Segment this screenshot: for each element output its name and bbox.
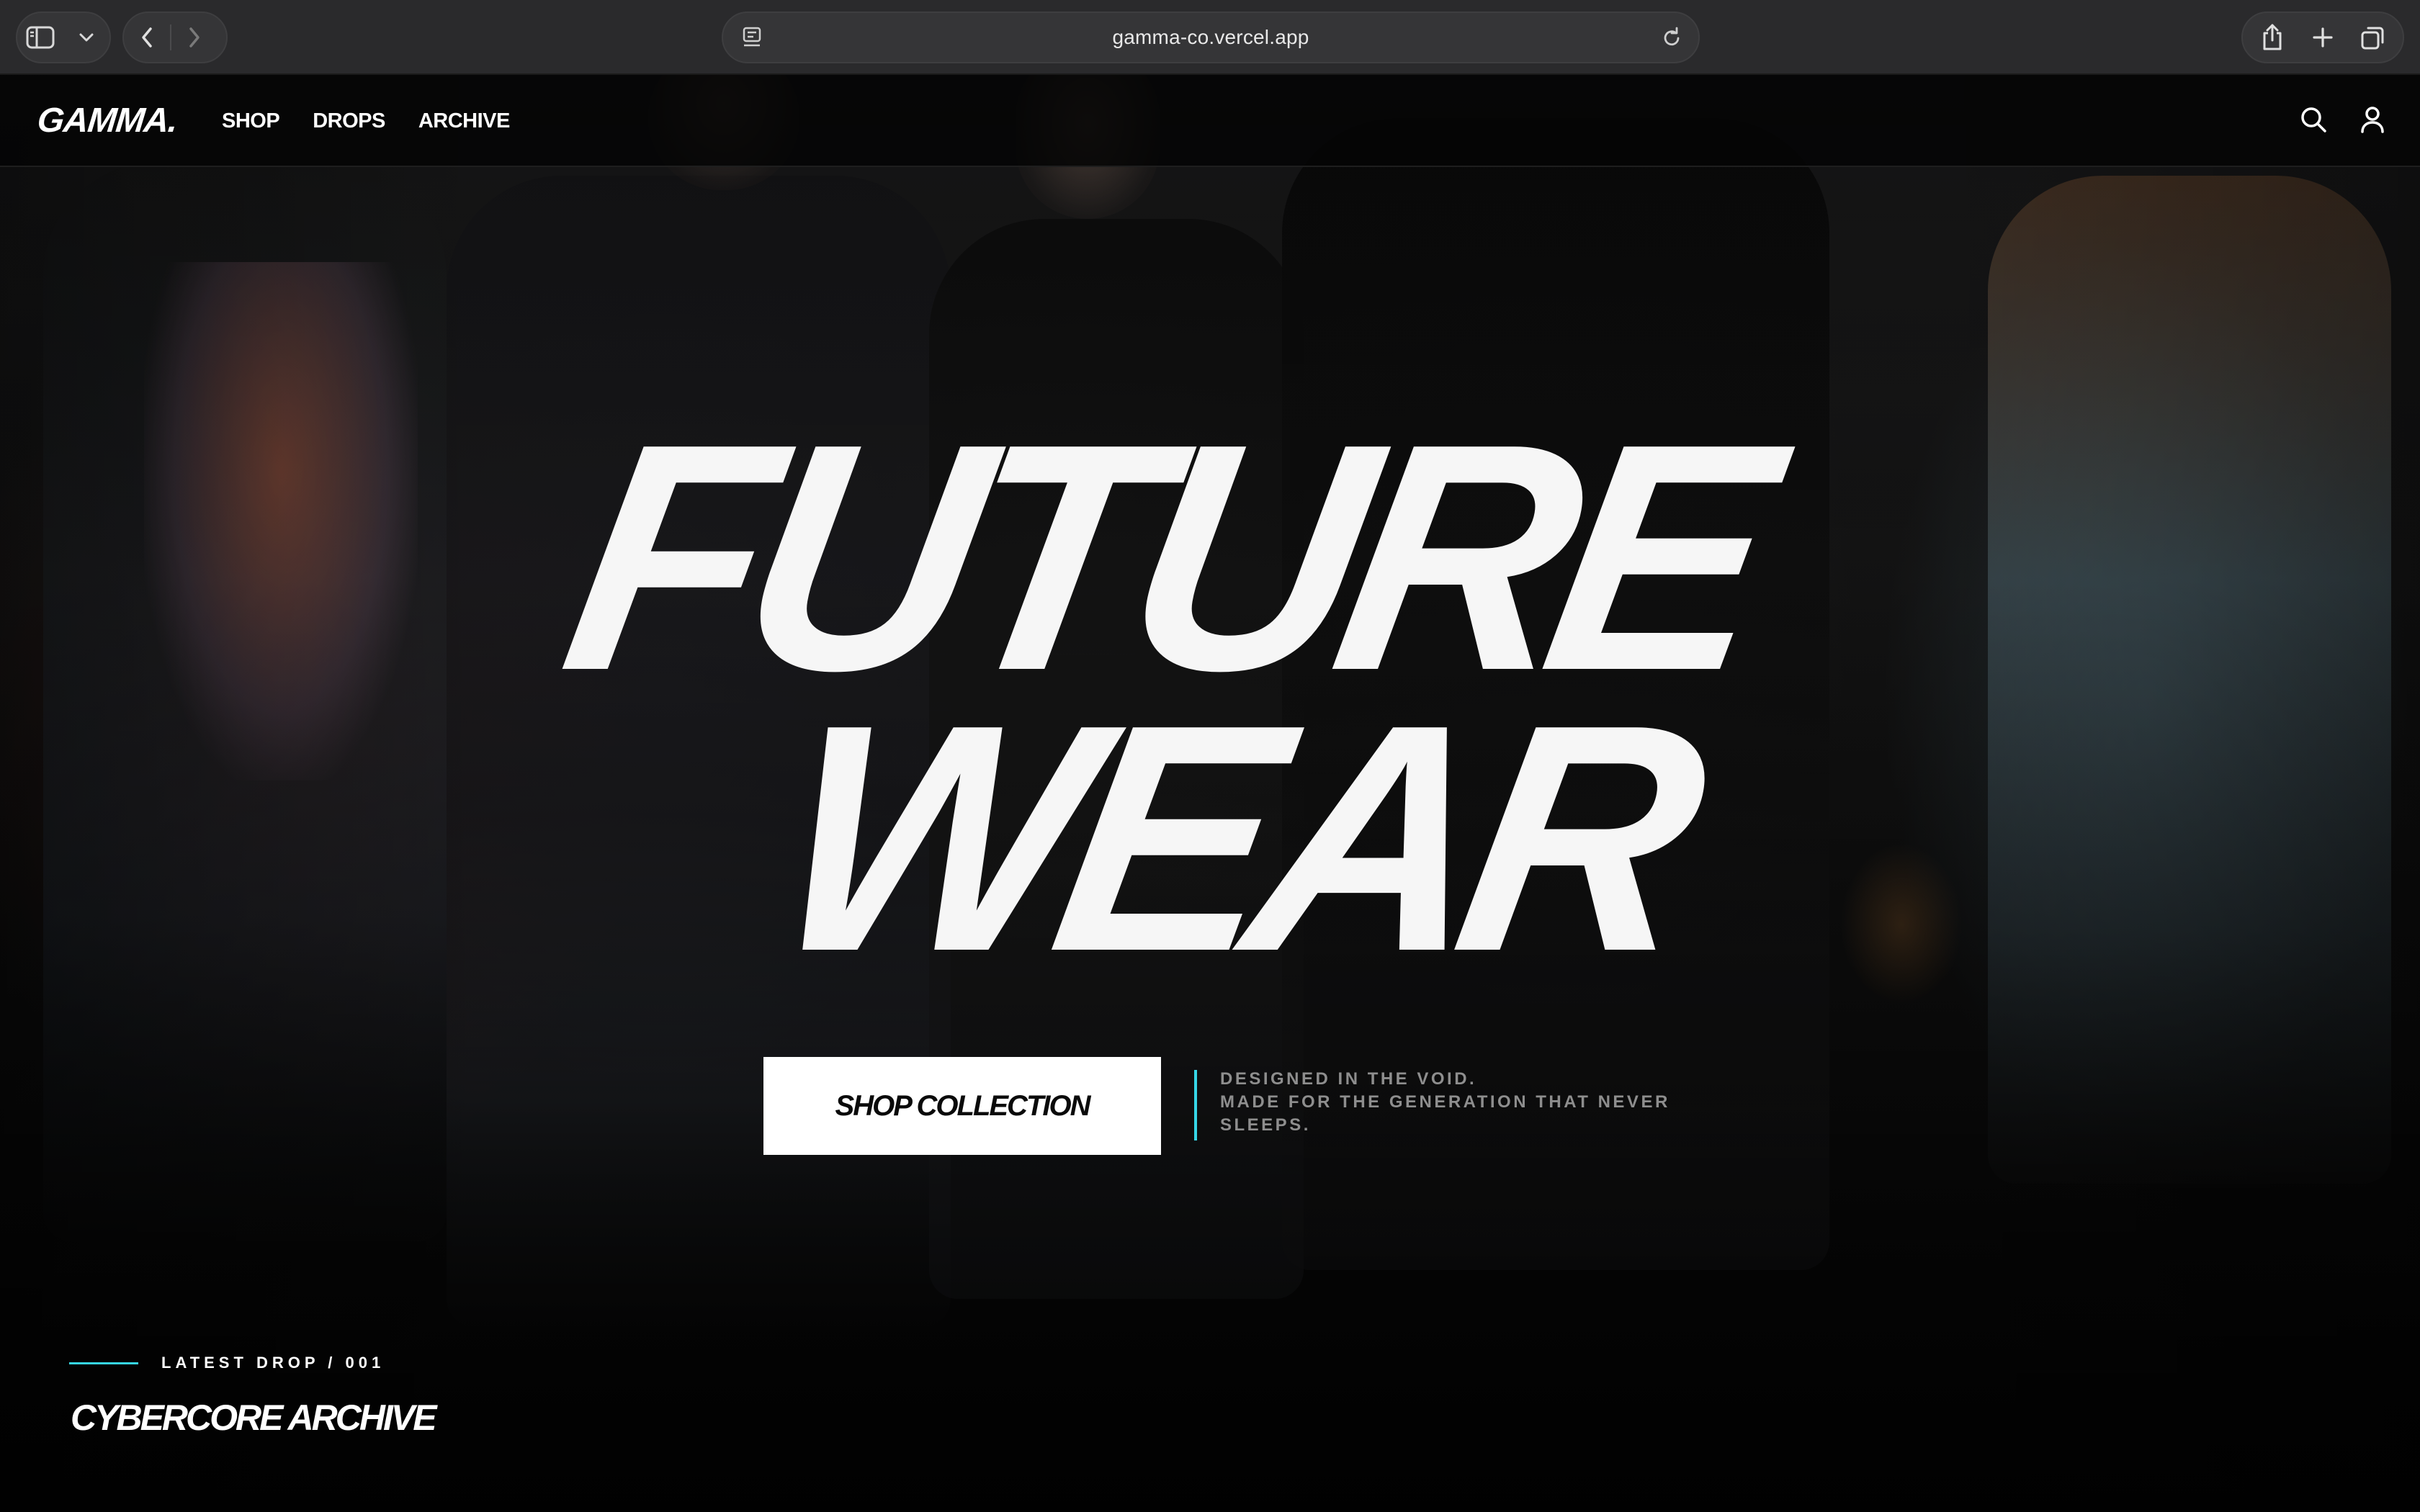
brand-logo[interactable]: GAMMA. [35, 101, 179, 140]
nav-link-archive[interactable]: ARCHIVE [418, 109, 511, 133]
accent-bar [1194, 1070, 1197, 1140]
hero-tagline: DESIGNED IN THE VOID. MADE FOR THE GENER… [1194, 1070, 1670, 1140]
search-icon[interactable] [2298, 104, 2329, 135]
address-bar[interactable]: gamma-co.vercel.app [722, 12, 1700, 63]
tab-overview-icon[interactable] [2350, 13, 2396, 62]
browser-toolbar: gamma-co.vercel.app [0, 0, 2420, 75]
main-nav: SHOP DROPS ARCHIVE [222, 109, 510, 133]
nav-link-drops[interactable]: DROPS [313, 109, 385, 133]
sidebar-control-group [16, 12, 111, 63]
tagline-text: DESIGNED IN THE VOID. MADE FOR THE GENER… [1220, 1070, 1670, 1140]
latest-drop-title[interactable]: CYBERCORE ARCHIVE [71, 1397, 437, 1439]
tagline-line-1: DESIGNED IN THE VOID. [1220, 1069, 1477, 1089]
reload-icon[interactable] [1661, 26, 1682, 53]
latest-drop-label-row: LATEST DROP / 001 [69, 1354, 385, 1372]
history-navigation-group [122, 12, 228, 63]
chevron-down-icon[interactable] [63, 13, 109, 62]
tagline-line-2: MADE FOR THE GENERATION THAT NEVER [1220, 1092, 1670, 1112]
share-icon[interactable] [2249, 13, 2295, 62]
sidebar-toggle-icon[interactable] [17, 13, 63, 62]
latest-drop-label: LATEST DROP / 001 [161, 1354, 385, 1372]
reader-mode-icon[interactable] [742, 26, 763, 53]
chevron-left-icon[interactable] [124, 13, 170, 62]
site-header: GAMMA. SHOP DROPS ARCHIVE [0, 75, 2420, 167]
hero-headline: FUTURE WEAR [544, 377, 1988, 1019]
nav-link-shop[interactable]: SHOP [222, 109, 280, 133]
headline-line-2: WEAR [753, 658, 1711, 1019]
browser-actions-group [2241, 12, 2404, 63]
url-text: gamma-co.vercel.app [1112, 26, 1309, 48]
shop-collection-button[interactable]: SHOP COLLECTION [763, 1057, 1161, 1155]
accent-line [69, 1362, 138, 1364]
shop-collection-label: SHOP COLLECTION [835, 1089, 1091, 1122]
chevron-right-icon[interactable] [171, 13, 218, 62]
plus-icon[interactable] [2300, 13, 2346, 62]
header-actions [2298, 104, 2388, 135]
tagline-line-3: SLEEPS. [1220, 1115, 1311, 1135]
user-icon[interactable] [2357, 104, 2388, 135]
